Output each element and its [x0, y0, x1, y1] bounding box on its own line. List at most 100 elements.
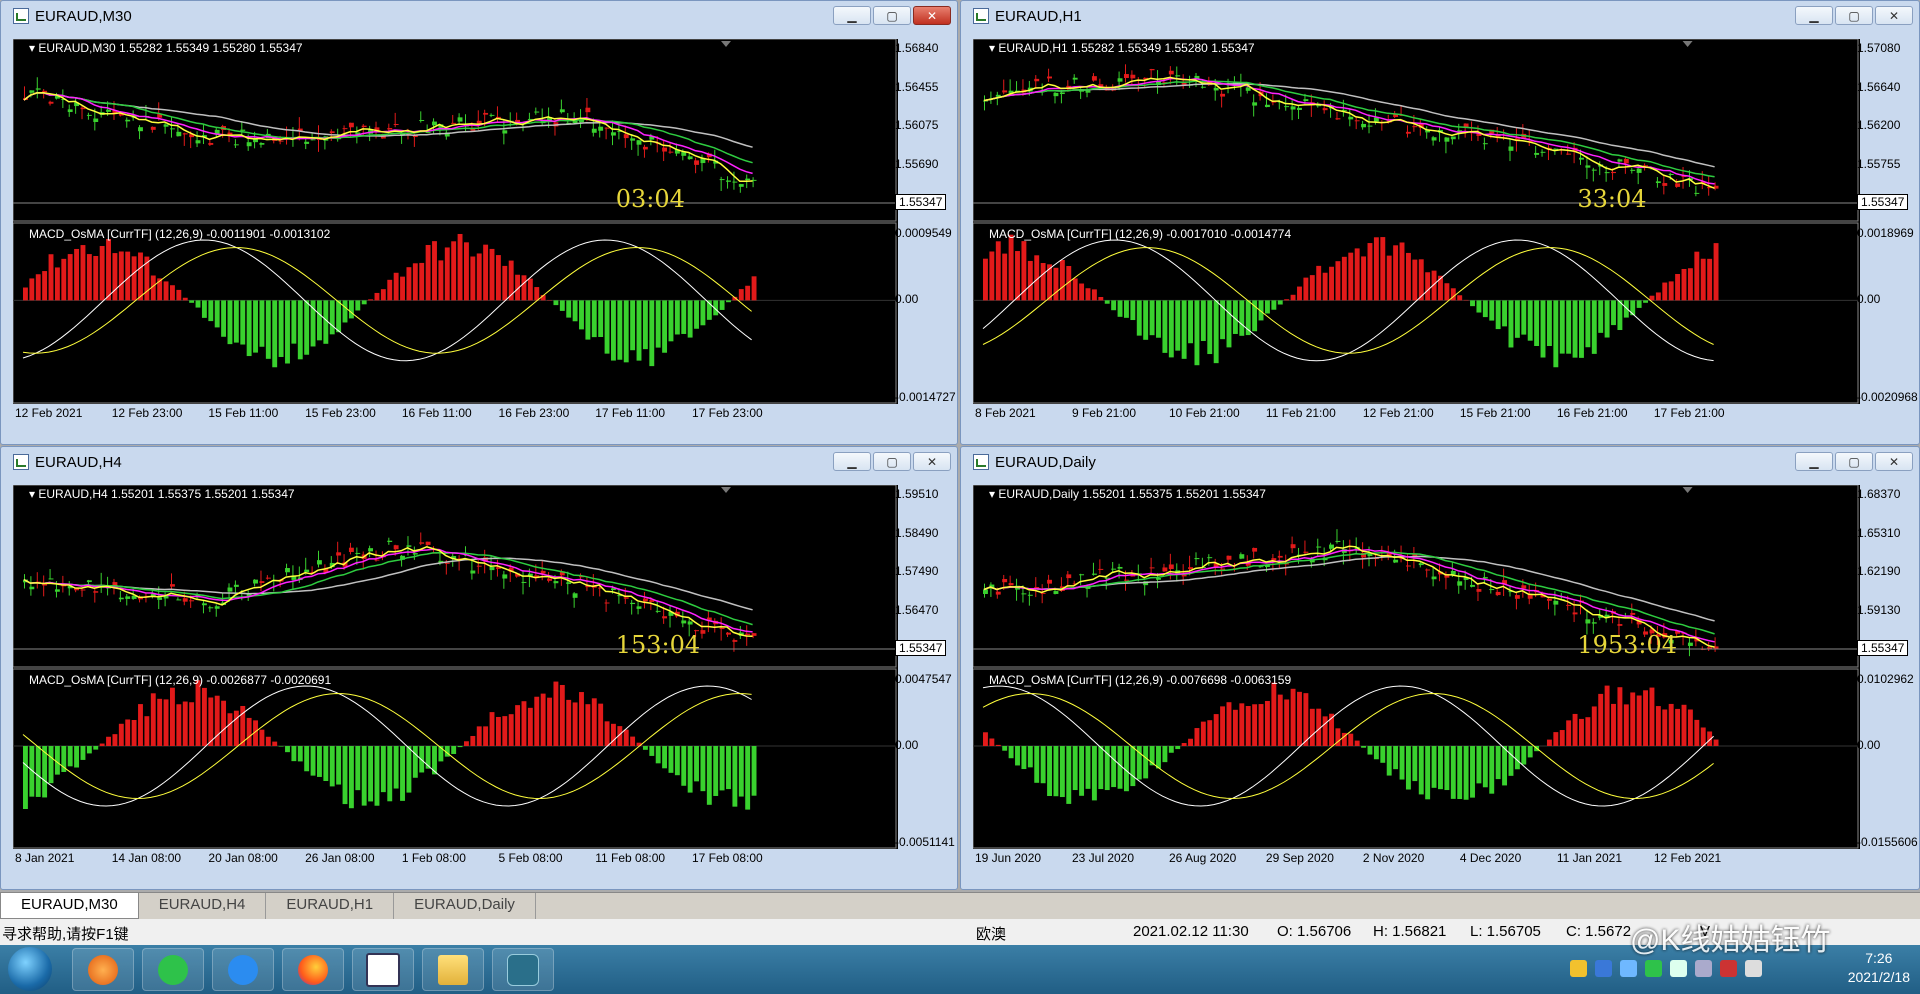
window-titlebar[interactable]: EURAUD,Daily ▁ ▢ ✕ [961, 447, 1919, 477]
macd-histogram-bar [726, 746, 731, 790]
folder-icon[interactable] [422, 948, 484, 991]
candle-body [719, 179, 725, 181]
macd-histogram-bar [221, 300, 227, 337]
macd-histogram-bar [1393, 245, 1399, 301]
swirl-app-icon[interactable] [72, 948, 134, 991]
minimize-button[interactable]: ▁ [1795, 452, 1833, 471]
macd-histogram-bar [1598, 693, 1604, 746]
macd-histogram-bar [67, 746, 73, 767]
macd-histogram-bar [1066, 746, 1072, 804]
minimize-button[interactable]: ▁ [1795, 6, 1833, 25]
close-button[interactable]: ✕ [1875, 452, 1913, 471]
close-button[interactable]: ✕ [1875, 6, 1913, 25]
macd-histogram-bar [1264, 300, 1270, 314]
macd-axis-label: 0.0102962 [1857, 672, 1914, 686]
macd-histogram-bar [99, 246, 105, 301]
tray-wechat-icon[interactable] [1645, 960, 1662, 977]
time-axis-label: 9 Feb 21:00 [1071, 406, 1137, 420]
macd-histogram-bar [572, 300, 578, 322]
window-titlebar[interactable]: EURAUD,H1 ▁ ▢ ✕ [961, 1, 1919, 31]
macd-histogram-bar [74, 746, 80, 768]
macd-histogram-bar [380, 746, 386, 793]
pen-app-icon[interactable] [212, 948, 274, 991]
calculator-app-icon[interactable] [352, 948, 414, 991]
firefox-icon[interactable] [282, 948, 344, 991]
macd-histogram-bar [668, 300, 674, 342]
macd-histogram-bar [1098, 297, 1104, 301]
chart-canvas[interactable]: ▾ EURAUD,Daily 1.55201 1.55375 1.55201 1… [973, 485, 1860, 849]
time-axis-label: 17 Feb 11:00 [595, 406, 666, 420]
maximize-button[interactable]: ▢ [1835, 6, 1873, 25]
tray-shield-icon[interactable] [1620, 960, 1637, 977]
tray-security-icon[interactable] [1670, 960, 1687, 977]
candle-body [983, 589, 988, 594]
tray-flag-icon[interactable] [1695, 960, 1712, 977]
candle-body [1604, 172, 1610, 174]
macd-histogram-bar [1123, 300, 1129, 318]
macd-histogram-bar [662, 300, 668, 353]
time-axis-label: 1 Feb 08:00 [401, 851, 466, 865]
dropdown-triangle-icon[interactable]: ▾ [989, 487, 995, 501]
chart-canvas[interactable]: ▾ EURAUD,H4 1.55201 1.55375 1.55201 1.55… [13, 485, 898, 849]
maximize-button[interactable]: ▢ [873, 452, 911, 471]
tab-euraud-daily[interactable]: EURAUD,Daily [394, 893, 536, 919]
close-button[interactable]: ✕ [913, 452, 951, 471]
chart-window-1[interactable]: EURAUD,H1 ▁ ▢ ✕ ▾ EURAUD,H1 1.55282 1.55… [960, 0, 1920, 445]
wechat-icon[interactable] [142, 948, 204, 991]
candle-body [1687, 642, 1693, 646]
dropdown-triangle-icon[interactable]: ▾ [989, 41, 995, 55]
macd-histogram-bar [585, 300, 591, 340]
chart-window-0[interactable]: EURAUD,M30 ▁ ▢ ✕ ▾ EURAUD,M30 1.55282 1.… [0, 0, 958, 445]
chart-canvas[interactable]: ▾ EURAUD,H1 1.55282 1.55349 1.55280 1.55… [973, 39, 1860, 404]
macd-histogram-bar [1611, 300, 1616, 326]
mt4-app-icon[interactable] [492, 948, 554, 991]
candle-body [1348, 116, 1354, 120]
tray-signal-icon[interactable] [1745, 960, 1762, 977]
current-price-tag: 1.55347 [1857, 640, 1909, 656]
tab-euraud-m30[interactable]: EURAUD,M30 [0, 893, 139, 919]
chart-window-3[interactable]: EURAUD,Daily ▁ ▢ ✕ ▾ EURAUD,Daily 1.5520… [960, 446, 1920, 890]
macd-histogram-bar [1553, 732, 1559, 746]
minimize-button[interactable]: ▁ [833, 6, 871, 25]
clock[interactable]: 7:26 2021/2/18 [1848, 949, 1910, 987]
status-low: L: 1.56705 [1470, 923, 1541, 940]
dropdown-triangle-icon[interactable]: ▾ [29, 487, 35, 501]
tray-app-icon[interactable] [1570, 960, 1587, 977]
windows-start-icon[interactable] [8, 947, 52, 991]
window-titlebar[interactable]: EURAUD,H4 ▁ ▢ ✕ [1, 447, 957, 477]
candle-body [1117, 78, 1123, 82]
maximize-button[interactable]: ▢ [873, 6, 911, 25]
maximize-button[interactable]: ▢ [1835, 452, 1873, 471]
close-button[interactable]: ✕ [913, 6, 951, 25]
macd-histogram-bar [1354, 248, 1360, 301]
candle-body [726, 180, 731, 182]
candle-body [304, 569, 310, 573]
candle-body [1264, 104, 1270, 108]
candle-body [726, 632, 731, 635]
candle-body [1149, 69, 1155, 71]
candle-body [1277, 555, 1283, 558]
chart-window-2[interactable]: EURAUD,H4 ▁ ▢ ✕ ▾ EURAUD,H4 1.55201 1.55… [0, 446, 958, 890]
dropdown-triangle-icon[interactable]: ▾ [29, 41, 35, 55]
macd-histogram-bar [419, 262, 425, 301]
candle-body [150, 126, 156, 130]
candle-body [406, 545, 412, 547]
macd-histogram-bar [559, 300, 565, 311]
macd-histogram-bar [1085, 288, 1091, 301]
tray-network-icon[interactable] [1595, 960, 1612, 977]
minimize-button[interactable]: ▁ [833, 452, 871, 471]
tab-euraud-h4[interactable]: EURAUD,H4 [139, 893, 267, 919]
macd-histogram-bar [700, 300, 706, 326]
chart-canvas[interactable]: ▾ EURAUD,M30 1.55282 1.55349 1.55280 1.5… [13, 39, 898, 404]
macd-histogram-bar [668, 746, 674, 773]
macd-histogram-bar [1341, 256, 1347, 301]
tab-euraud-h1[interactable]: EURAUD,H1 [266, 893, 395, 919]
macd-histogram-bar [1675, 274, 1681, 301]
tray-volume-icon[interactable] [1720, 960, 1737, 977]
candle-body [310, 139, 316, 141]
macd-histogram-bar [655, 746, 661, 764]
time-axis-label: 5 Feb 08:00 [498, 851, 563, 865]
macd-histogram-bar [1040, 746, 1046, 784]
candle-body [611, 132, 616, 136]
window-titlebar[interactable]: EURAUD,M30 ▁ ▢ ✕ [1, 1, 957, 31]
